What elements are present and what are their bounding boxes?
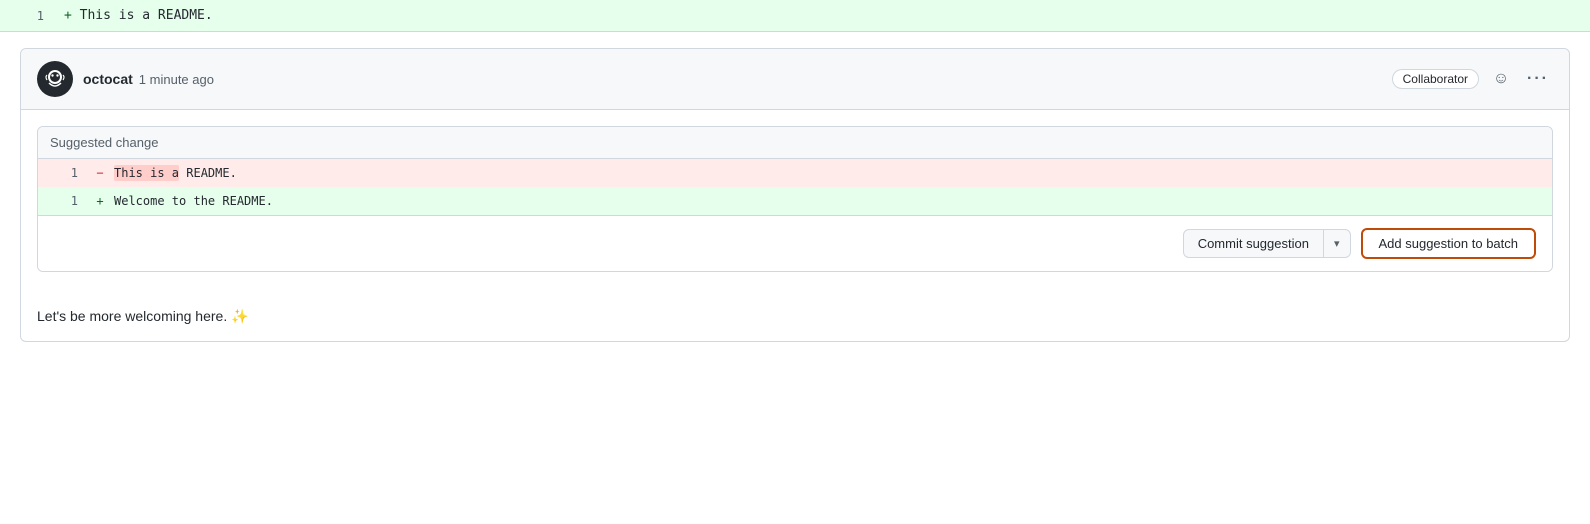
comment-header: octocat 1 minute ago Collaborator ☺ ··· <box>21 49 1569 110</box>
emoji-reaction-button[interactable]: ☺ <box>1487 65 1515 93</box>
suggestion-diff: 1 − This is a README. 1 + Welcome to the… <box>38 159 1552 215</box>
comment-text: Let's be more welcoming here. ✨ <box>21 308 1569 341</box>
ellipsis-icon: ··· <box>1527 70 1549 87</box>
diff-plus-sign: + <box>64 8 72 23</box>
diff-minus-sign: − <box>90 166 110 180</box>
diff-removed-rest: README. <box>179 166 237 180</box>
comment-meta: octocat 1 minute ago <box>83 71 214 87</box>
avatar <box>37 61 73 97</box>
commit-suggestion-label: Commit suggestion <box>1184 230 1324 257</box>
sparkle-emoji: ✨ <box>231 308 248 324</box>
highlight-removed-text: This is a <box>114 165 179 181</box>
octocat-icon <box>39 63 71 95</box>
suggested-change-box: Suggested change 1 − This is a README. 1… <box>37 126 1553 272</box>
comment-author: octocat <box>83 71 133 87</box>
diff-line-top: 1 + This is a README. <box>0 0 1590 32</box>
comment-header-left: octocat 1 minute ago <box>37 61 214 97</box>
suggested-change-header: Suggested change <box>38 127 1552 159</box>
comment-header-right: Collaborator ☺ ··· <box>1392 65 1553 93</box>
diff-removed-row: 1 − This is a README. <box>38 159 1552 187</box>
commit-suggestion-button[interactable]: Commit suggestion ▾ <box>1183 229 1351 258</box>
page-wrapper: 1 + This is a README. <box>0 0 1590 524</box>
chevron-down-icon[interactable]: ▾ <box>1324 231 1350 256</box>
action-buttons-row: Commit suggestion ▾ Add suggestion to ba… <box>38 215 1552 271</box>
comment-section: octocat 1 minute ago Collaborator ☺ ··· … <box>20 48 1570 342</box>
diff-plus-sign-inner: + <box>90 194 110 208</box>
diff-added-content: Welcome to the README. <box>110 194 273 208</box>
collaborator-badge: Collaborator <box>1392 69 1479 89</box>
emoji-icon: ☺ <box>1493 70 1509 88</box>
add-suggestion-to-batch-button[interactable]: Add suggestion to batch <box>1361 228 1537 259</box>
diff-row-number-removed: 1 <box>38 166 90 180</box>
more-options-button[interactable]: ··· <box>1523 70 1553 88</box>
comment-body: Suggested change 1 − This is a README. 1… <box>21 110 1569 304</box>
diff-removed-content: This is a README. <box>110 166 237 180</box>
comment-time: 1 minute ago <box>139 72 214 87</box>
diff-added-row: 1 + Welcome to the README. <box>38 187 1552 215</box>
comment-text-content: Let's be more welcoming here. <box>37 308 227 324</box>
diff-row-number-added: 1 <box>38 194 90 208</box>
diff-line-text: This is a README. <box>80 8 213 23</box>
diff-line-content: + This is a README. <box>60 8 213 23</box>
diff-line-number: 1 <box>0 9 60 23</box>
